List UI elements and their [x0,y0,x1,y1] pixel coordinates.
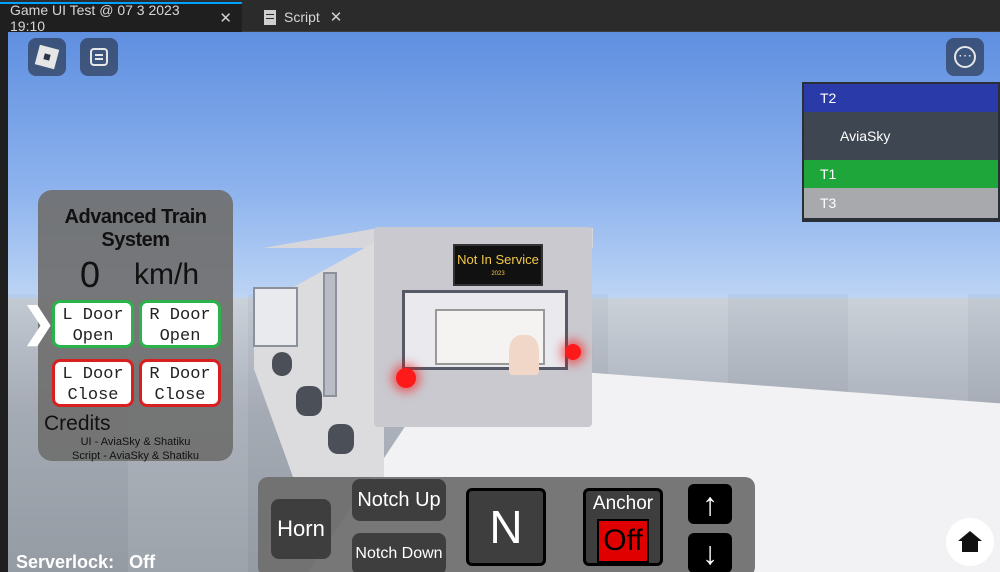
more-menu-icon: ⋯ [954,46,976,68]
chat-button[interactable] [80,38,118,76]
team-label: T3 [820,195,837,211]
right-door-close-button[interactable]: R Door Close [139,359,221,407]
button-label: Close [154,386,206,405]
studio-window: Game UI Test @ 07 3 2023 19:10 ✕ Script … [0,0,1000,572]
button-label: L Door [62,306,124,325]
driver-avatar [509,335,539,375]
wheel [272,352,292,376]
destination-text: Not In Service [457,252,539,267]
horn-button[interactable]: Horn [271,499,331,559]
team-t3[interactable]: T3 [804,188,998,218]
button-label: Close [67,386,119,405]
panel-title: Advanced Train System [64,206,207,251]
roblox-logo-icon [34,44,60,70]
button-label: Open [159,327,201,346]
player-aviasky[interactable]: AviaSky [804,112,998,160]
script-icon [264,9,276,25]
tail-lamp-left [396,368,416,388]
button-label: R Door [149,365,211,384]
serverlock-value: Off [129,552,156,572]
credit-script: Script - AviaSky & Shatiku [72,450,199,462]
team-list: T2 AviaSky T1 T3 [802,82,1000,222]
credits-heading: Credits [44,412,111,435]
tail-lamp-right [565,344,581,360]
arrow-up-icon: ↑ [702,485,718,522]
close-icon[interactable]: ✕ [330,8,343,26]
destination-subtext: 2023 [491,271,505,277]
serverlock-status: Serverlock: Off [16,552,155,572]
player-name: AviaSky [840,128,891,144]
driver-controls: Horn Notch Up Notch Down N Anchor Off ↑ … [258,477,755,572]
tab-game-ui-test[interactable]: Game UI Test @ 07 3 2023 19:10 ✕ [0,2,242,34]
destination-sign: Not In Service 2023 [453,244,543,286]
train-side-window [253,287,298,347]
chat-icon [90,48,108,66]
speed-unit: km/h [134,258,200,291]
down-arrow-button[interactable]: ↓ [688,533,732,572]
anchor-control: Anchor Off [583,488,663,566]
tab-script[interactable]: Script ✕ [254,2,354,32]
right-door-open-button[interactable]: R Door Open [139,300,221,348]
wheel [296,386,322,416]
team-t1[interactable]: T1 [804,160,998,188]
tab-label: Script [284,9,320,25]
gear-indicator: N [466,488,546,566]
home-icon [958,531,982,553]
button-label: Open [72,327,114,346]
up-arrow-button[interactable]: ↑ [688,484,732,524]
game-viewport[interactable]: Not In Service 2023 ⋯ T2 AviaSky T1 T3 A… [8,32,1000,572]
cab-window [402,290,568,375]
home-button[interactable] [946,518,994,566]
notch-down-button[interactable]: Notch Down [352,533,446,572]
tab-label: Game UI Test @ 07 3 2023 19:10 [10,2,180,34]
speed-value: 0 [80,254,101,295]
left-door-close-button[interactable]: L Door Close [52,359,134,407]
button-label: R Door [149,306,211,325]
arrow-down-icon: ↓ [702,534,718,571]
close-icon[interactable]: ✕ [219,9,232,27]
team-label: T2 [820,90,837,106]
left-door-open-button[interactable]: L Door Open [52,300,134,348]
more-menu-button[interactable]: ⋯ [946,38,984,76]
train-system-panel: Advanced Train System 0 km/h L Door Open… [38,190,233,462]
credit-ui: UI - AviaSky & Shatiku [80,436,191,448]
serverlock-label: Serverlock: [16,552,115,572]
tab-bar: Game UI Test @ 07 3 2023 19:10 ✕ Script … [0,0,1000,34]
anchor-label: Anchor [592,493,654,514]
panel-toggle-arrow-icon[interactable]: ❯ [22,300,56,346]
cab-interior [435,309,545,375]
wheel [328,424,354,454]
team-label: T1 [820,166,837,182]
team-t2[interactable]: T2 [804,84,998,112]
train-side-door [323,272,337,397]
notch-up-button[interactable]: Notch Up [352,479,446,521]
button-label: L Door [62,365,124,384]
roblox-menu-button[interactable] [28,38,66,76]
anchor-toggle-button[interactable]: Off [597,519,649,563]
